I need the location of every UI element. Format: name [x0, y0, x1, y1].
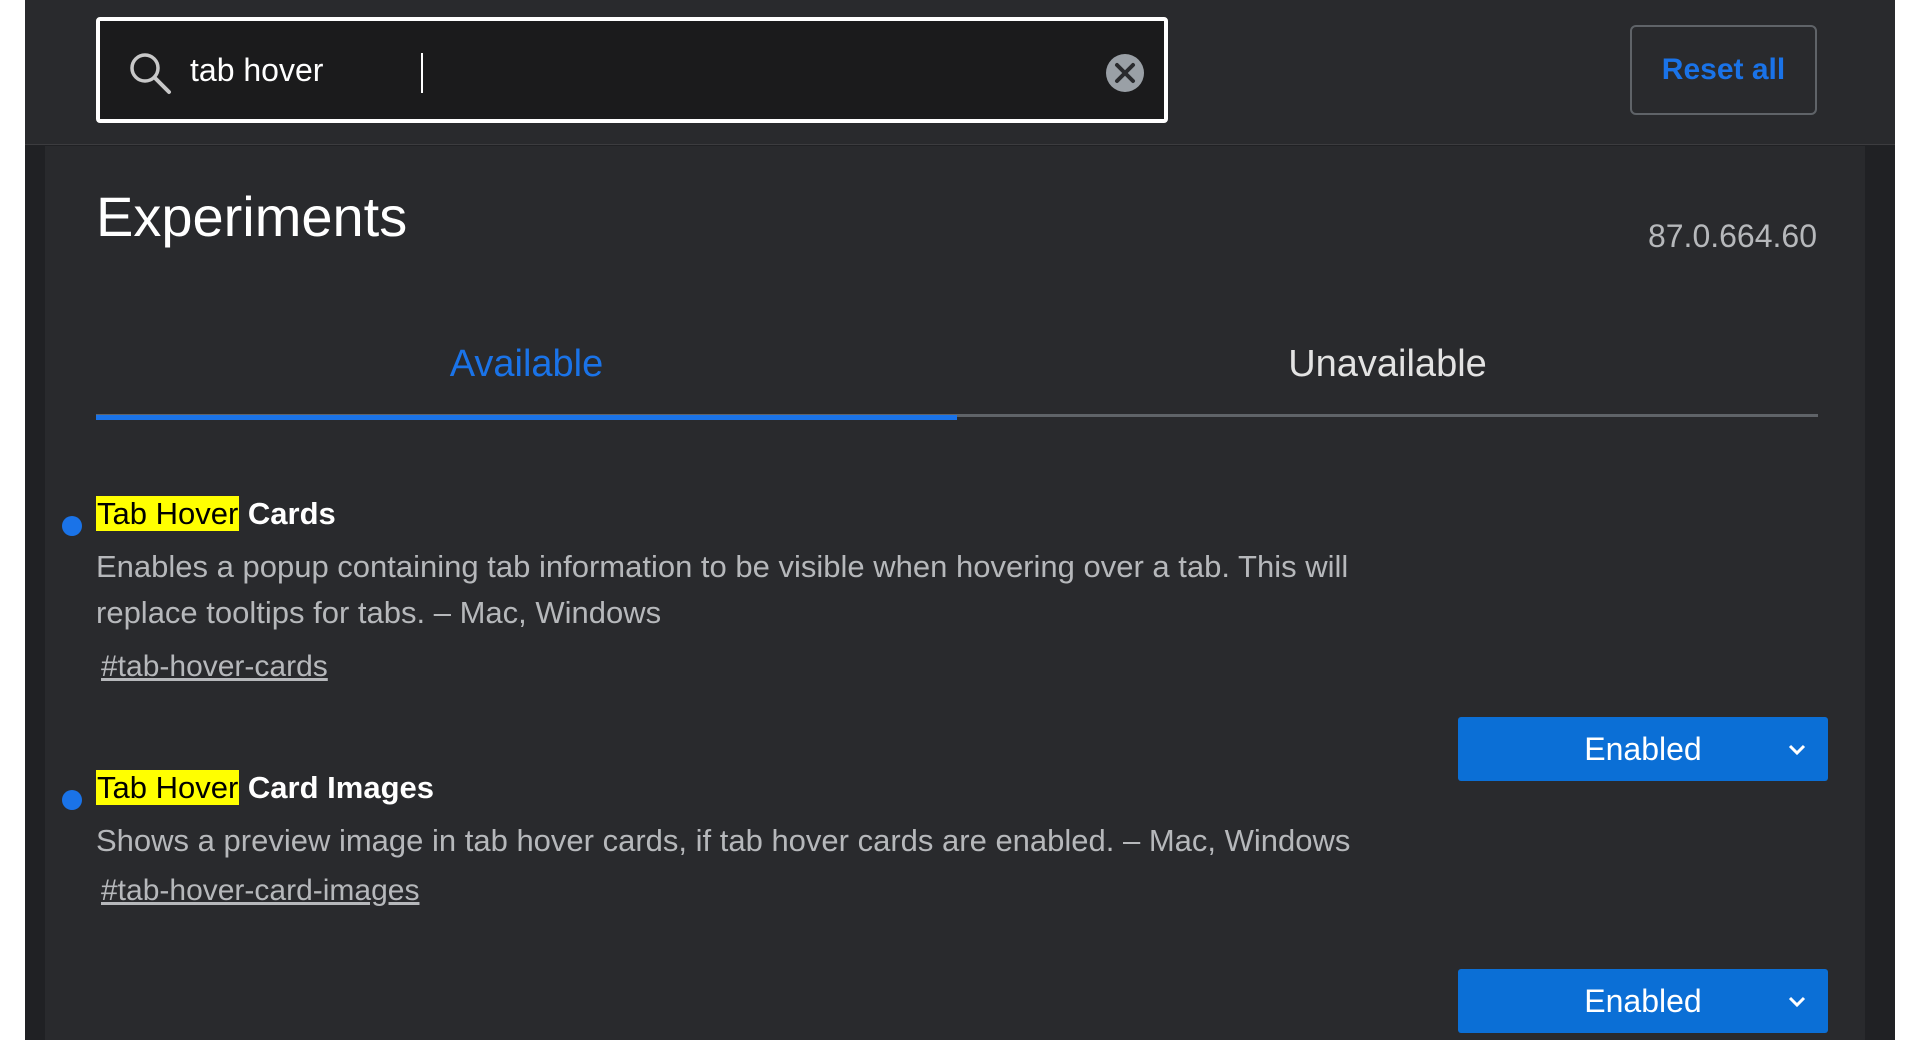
- experiment-state-select[interactable]: Enabled: [1458, 969, 1828, 1033]
- main-content: Experiments 87.0.664.60 Available Unavai…: [45, 146, 1865, 1040]
- search-box[interactable]: [96, 17, 1168, 123]
- chevron-down-icon: [1788, 996, 1806, 1008]
- flags-page: Reset all Experiments 87.0.664.60 Availa…: [25, 0, 1895, 1040]
- clear-circle-icon[interactable]: [1104, 52, 1146, 94]
- select-value: Enabled: [1584, 982, 1702, 1019]
- modified-dot-icon: [62, 516, 82, 536]
- header-bar: Reset all: [25, 0, 1895, 145]
- select-value: Enabled: [1584, 730, 1702, 767]
- experiment-description: Enables a popup containing tab informati…: [96, 549, 1349, 630]
- experiment-title-rest: Cards: [239, 496, 336, 531]
- chevron-down-icon: [1788, 744, 1806, 756]
- tab-unavailable[interactable]: Unavailable: [957, 311, 1818, 417]
- tab-bar: Available Unavailable: [96, 311, 1818, 420]
- search-highlight: Tab Hover: [96, 496, 240, 531]
- experiment-title: Tab Hover Card Images: [96, 770, 434, 806]
- experiment-permalink[interactable]: #tab-hover-card-images: [101, 874, 419, 908]
- tab-available[interactable]: Available: [96, 311, 957, 420]
- modified-dot-icon: [62, 790, 82, 810]
- experiment-permalink[interactable]: #tab-hover-cards: [101, 650, 328, 684]
- experiment-title-rest: Card Images: [239, 770, 434, 805]
- search-input[interactable]: [190, 39, 1070, 101]
- search-highlight: Tab Hover: [96, 770, 240, 805]
- page-title: Experiments: [96, 185, 408, 248]
- experiment-state-select[interactable]: Enabled: [1458, 717, 1828, 781]
- text-caret: [421, 53, 423, 93]
- experiment-description: Shows a preview image in tab hover cards…: [96, 823, 1351, 858]
- version-label: 87.0.664.60: [1647, 218, 1817, 254]
- experiment-title: Tab Hover Cards: [96, 496, 336, 532]
- search-icon: [130, 53, 171, 94]
- reset-all-button[interactable]: Reset all: [1630, 25, 1817, 115]
